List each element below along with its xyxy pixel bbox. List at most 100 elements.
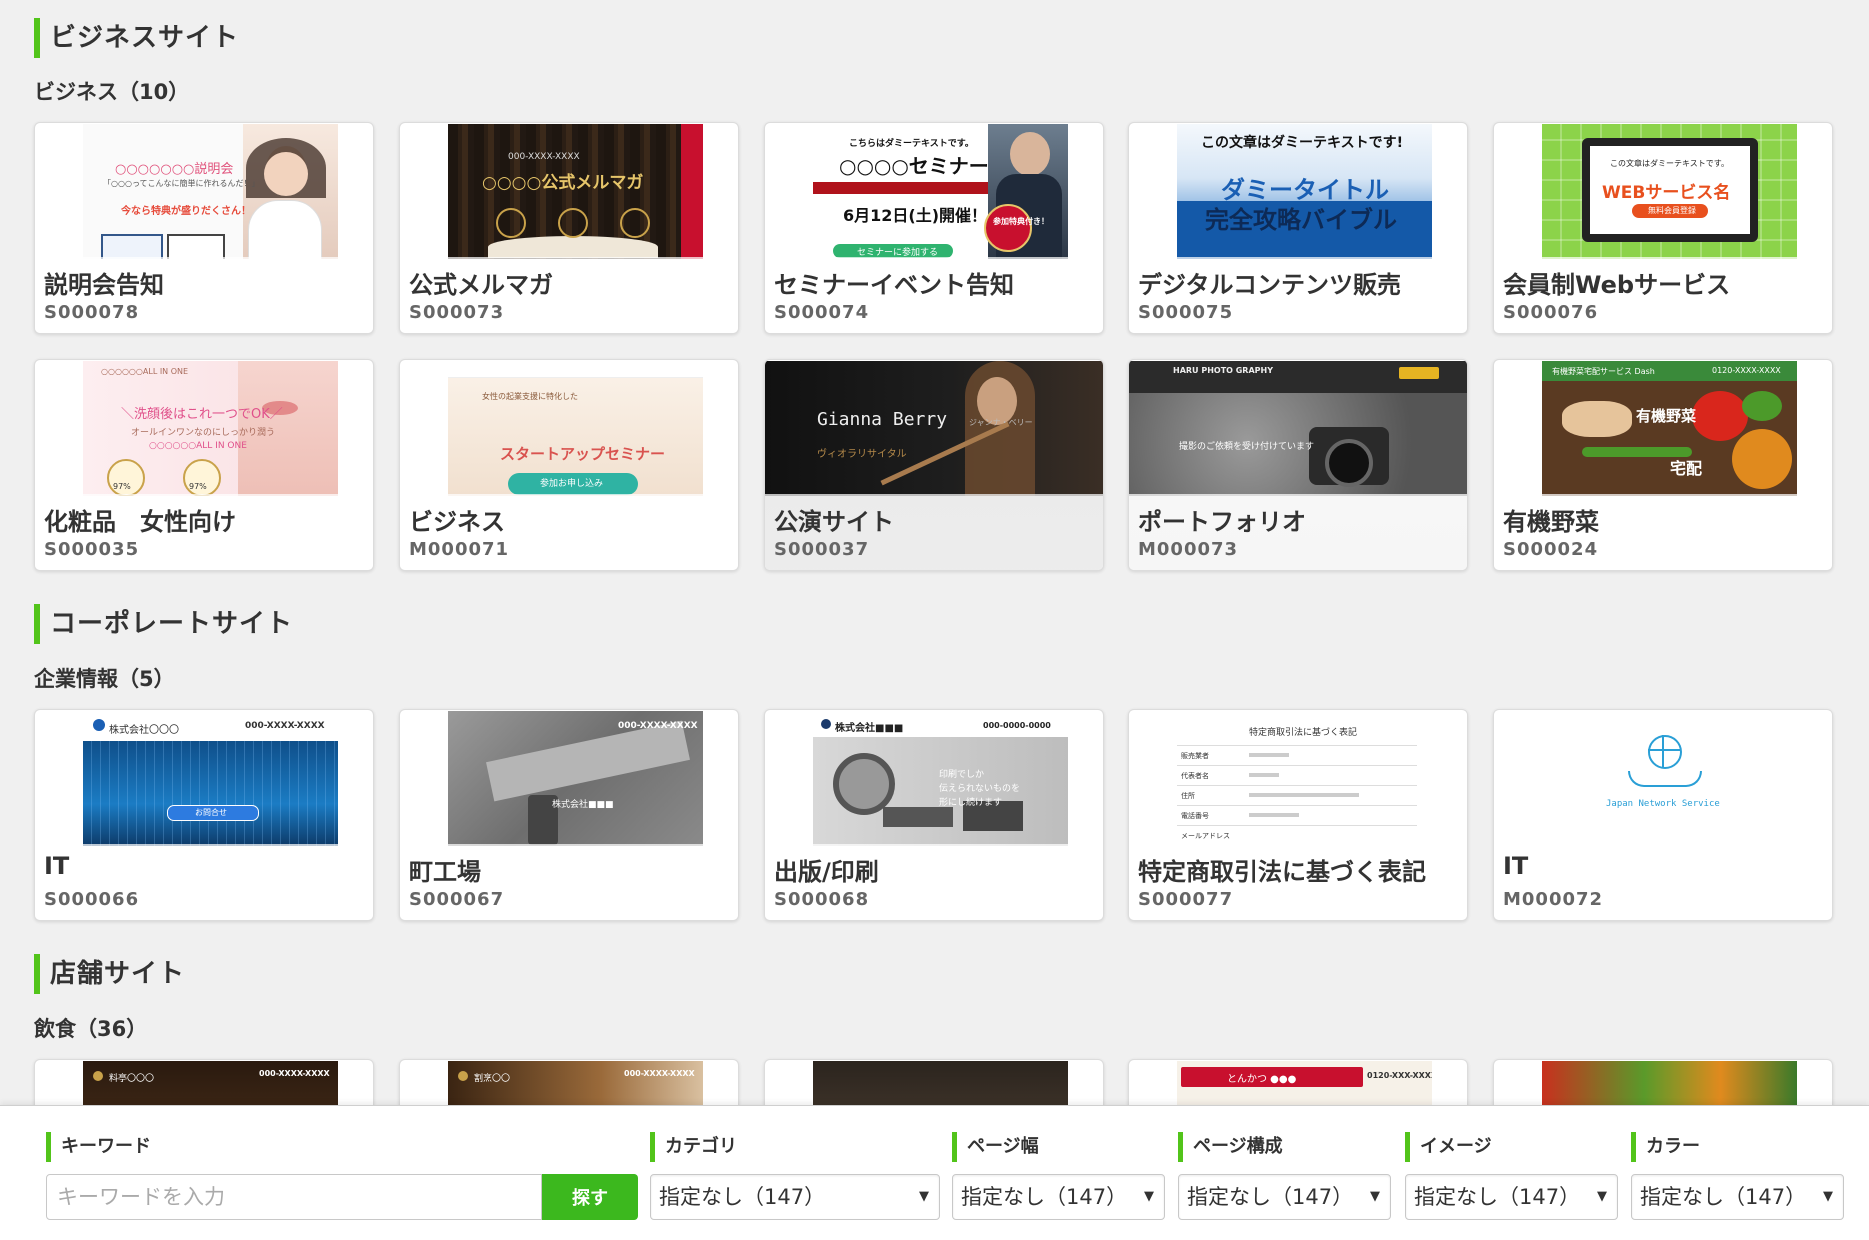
thumbnail-text: スタートアップセミナー bbox=[500, 445, 666, 463]
template-card[interactable]: 女性の起業支援に特化した スタートアップセミナー 参加お申し込み ビジネス M0… bbox=[399, 359, 739, 571]
template-card[interactable]: 000-XXXX-XXXX 株式会社■■■ 町工場 S000067 bbox=[399, 709, 739, 921]
template-card[interactable] bbox=[1493, 1059, 1833, 1105]
template-name: 町工場 bbox=[409, 858, 481, 886]
dropdown-arrow-icon: ▼ bbox=[919, 1189, 929, 1204]
template-card[interactable]: この文章はダミーテキストです。 WEBサービス名 無料会員登録 会員制Webサー… bbox=[1493, 122, 1833, 334]
thumbnail-text: ○○○○セミナー bbox=[839, 154, 989, 178]
template-card[interactable]: 特定商取引法に基づく表記 販売業者 代表者名 住所 電話番号 メールアドレス 特… bbox=[1128, 709, 1468, 921]
template-thumbnail: 割烹〇〇 000-XXXX-XXXX bbox=[448, 1061, 703, 1105]
thumbnail-text: 000-XXXX-XXXX bbox=[618, 721, 698, 731]
filter-label-image: イメージ bbox=[1405, 1132, 1492, 1162]
template-code: S000035 bbox=[44, 539, 140, 560]
template-card[interactable]: HARU PHOTO GRAPHY 撮影のご依頼を受け付けています ポートフォリ… bbox=[1128, 359, 1468, 571]
thumbnail-text: 撮影のご依頼を受け付けています bbox=[1179, 442, 1315, 452]
template-thumbnail: Gianna Berry ジャンナ・ベリー ヴィオラリサイタル bbox=[765, 361, 1103, 496]
thumbnail-text: 参加お申し込み bbox=[540, 479, 604, 489]
thumbnail-text: 000-XXXX-XXXX bbox=[624, 1069, 695, 1078]
thumbnail-text: 販売業者 bbox=[1181, 752, 1209, 760]
template-code: S000068 bbox=[774, 889, 870, 910]
color-select[interactable]: 指定なし（147） ▼ bbox=[1631, 1174, 1844, 1220]
section-title-shop: 店舗サイト bbox=[34, 954, 185, 994]
thumbnail-text: 有機野菜宅配サービス Dash bbox=[1552, 367, 1655, 376]
template-code: S000037 bbox=[774, 539, 870, 560]
template-card[interactable]: 有機野菜宅配サービス Dash 0120-XXXX-XXXX 有機野菜 宅配 有… bbox=[1493, 359, 1833, 571]
thumbnail-text: とんかつ ●●● bbox=[1227, 1074, 1297, 1085]
template-thumbnail: ○○○○○○○説明会 「○○○ってこんなに簡単に作れるんだ！」 今なら特典が盛り… bbox=[83, 124, 338, 259]
template-card[interactable]: とんかつ ●●● 0120-XXX-XXXX bbox=[1128, 1059, 1468, 1105]
template-code: S000024 bbox=[1503, 539, 1599, 560]
template-name: IT bbox=[44, 852, 70, 880]
template-name: 出版/印刷 bbox=[774, 858, 879, 886]
thumbnail-text: 000-XXXX-XXXX bbox=[245, 721, 325, 731]
thumbnail-text: 株式会社■■■ bbox=[835, 723, 904, 734]
template-code: S000078 bbox=[44, 302, 140, 323]
thumbnail-text: お問合せ bbox=[195, 808, 227, 817]
template-code: S000075 bbox=[1138, 302, 1234, 323]
template-code: M000071 bbox=[409, 539, 510, 560]
template-card[interactable]: 000-XXXX-XXXX ○○○○公式メルマガ 公式メルマガ S000073 bbox=[399, 122, 739, 334]
thumbnail-text: ○○○○公式メルマガ bbox=[482, 173, 644, 193]
color-select-value: 指定なし（147） bbox=[1640, 1185, 1807, 1209]
template-card[interactable]: ○○○○○○○説明会 「○○○ってこんなに簡単に作れるんだ！」 今なら特典が盛り… bbox=[34, 122, 374, 334]
thumbnail-text: 印刷でしか bbox=[939, 770, 985, 780]
template-card[interactable] bbox=[764, 1059, 1104, 1105]
template-card[interactable]: Gianna Berry ジャンナ・ベリー ヴィオラリサイタル 公演サイト S0… bbox=[764, 359, 1104, 571]
thumbnail-text: この文章はダミーテキストです。 bbox=[1610, 159, 1729, 168]
thumbnail-text: ○○○○○○ALL IN ONE bbox=[101, 367, 189, 376]
image-select[interactable]: 指定なし（147） ▼ bbox=[1405, 1174, 1618, 1220]
section-title-corporate: コーポレートサイト bbox=[34, 604, 293, 644]
filter-label-category: カテゴリ bbox=[650, 1132, 737, 1162]
thumbnail-text: ＼洗顔後はこれ一つでOK／ bbox=[121, 407, 283, 422]
section-title-business: ビジネスサイト bbox=[34, 18, 239, 58]
template-card[interactable]: ○○○○○○ALL IN ONE ＼洗顔後はこれ一つでOK／ オールインワンなの… bbox=[34, 359, 374, 571]
template-thumbnail: 株式会社■■■ 000-0000-0000 印刷でしか 伝えられないものを 形に… bbox=[813, 711, 1068, 846]
thumbnail-text: 宅配 bbox=[1670, 459, 1703, 478]
template-card[interactable]: この文章はダミーテキストです! ダミータイトル 完全攻略バイブル デジタルコンテ… bbox=[1128, 122, 1468, 334]
template-thumbnail: 有機野菜宅配サービス Dash 0120-XXXX-XXXX 有機野菜 宅配 bbox=[1542, 361, 1797, 496]
template-code: S000076 bbox=[1503, 302, 1599, 323]
page-width-select[interactable]: 指定なし（147） ▼ bbox=[952, 1174, 1165, 1220]
template-code: S000077 bbox=[1138, 889, 1234, 910]
thumbnail-text: 料亭〇〇〇 bbox=[109, 1074, 155, 1084]
thumbnail-text: 伝えられないものを bbox=[939, 784, 1021, 794]
thumbnail-text: 無料会員登録 bbox=[1648, 206, 1696, 215]
dropdown-arrow-icon: ▼ bbox=[1597, 1189, 1607, 1204]
template-card[interactable]: こちらはダミーテキストです。 ○○○○セミナー 6月12日(土)開催！ セミナー… bbox=[764, 122, 1104, 334]
template-name: ポートフォリオ bbox=[1138, 508, 1306, 536]
template-thumbnail bbox=[813, 1061, 1068, 1105]
search-button[interactable]: 探す bbox=[542, 1174, 638, 1220]
filter-label-keyword: キーワード bbox=[46, 1132, 151, 1162]
template-card[interactable]: 料亭〇〇〇 000-XXXX-XXXX bbox=[34, 1059, 374, 1105]
keyword-input[interactable] bbox=[46, 1174, 542, 1220]
filter-label-page-structure: ページ構成 bbox=[1178, 1132, 1283, 1162]
template-code: S000074 bbox=[774, 302, 870, 323]
page-structure-select-value: 指定なし（147） bbox=[1187, 1185, 1354, 1209]
template-name: デジタルコンテンツ販売 bbox=[1138, 271, 1402, 299]
thumbnail-text: 有機野菜 bbox=[1636, 407, 1697, 425]
template-name: 公式メルマガ bbox=[409, 271, 553, 299]
template-name: IT bbox=[1503, 852, 1529, 880]
template-card[interactable]: Japan Network Service IT M000072 bbox=[1493, 709, 1833, 921]
thumbnail-text: 女性の起業支援に特化した bbox=[482, 392, 578, 401]
thumbnail-text: ○○○○○○ALL IN ONE bbox=[149, 441, 247, 451]
category-select[interactable]: 指定なし（147） ▼ bbox=[650, 1174, 940, 1220]
template-name: ビジネス bbox=[409, 508, 505, 536]
template-card[interactable]: 割烹〇〇 000-XXXX-XXXX bbox=[399, 1059, 739, 1105]
thumbnail-text: 「○○○ってこんなに簡単に作れるんだ！」 bbox=[103, 179, 260, 188]
template-gallery: ビジネスサイト ビジネス（10） ○○○○○○○説明会 「○○○ってこんなに簡単… bbox=[0, 0, 1869, 1105]
page-structure-select[interactable]: 指定なし（147） ▼ bbox=[1178, 1174, 1391, 1220]
template-thumbnail: 料亭〇〇〇 000-XXXX-XXXX bbox=[83, 1061, 338, 1105]
template-card[interactable]: 株式会社〇〇〇 000-XXXX-XXXX お問合せ IT S000066 bbox=[34, 709, 374, 921]
thumbnail-text: ヴィオラリサイタル bbox=[817, 449, 907, 460]
thumbnail-text: Gianna Berry bbox=[817, 409, 948, 430]
template-thumbnail: 000-XXXX-XXXX 株式会社■■■ bbox=[448, 711, 703, 846]
template-code: M000073 bbox=[1138, 539, 1239, 560]
template-thumbnail: ○○○○○○ALL IN ONE ＼洗顔後はこれ一つでOK／ オールインワンなの… bbox=[83, 361, 338, 496]
template-thumbnail: 000-XXXX-XXXX ○○○○公式メルマガ bbox=[448, 124, 703, 259]
template-card[interactable]: 株式会社■■■ 000-0000-0000 印刷でしか 伝えられないものを 形に… bbox=[764, 709, 1104, 921]
thumbnail-text: 97% bbox=[113, 482, 131, 491]
category-select-value: 指定なし（147） bbox=[659, 1185, 826, 1209]
template-thumbnail: Japan Network Service bbox=[1494, 711, 1832, 846]
filter-label-page-width: ページ幅 bbox=[952, 1132, 1039, 1162]
image-select-value: 指定なし（147） bbox=[1414, 1185, 1581, 1209]
